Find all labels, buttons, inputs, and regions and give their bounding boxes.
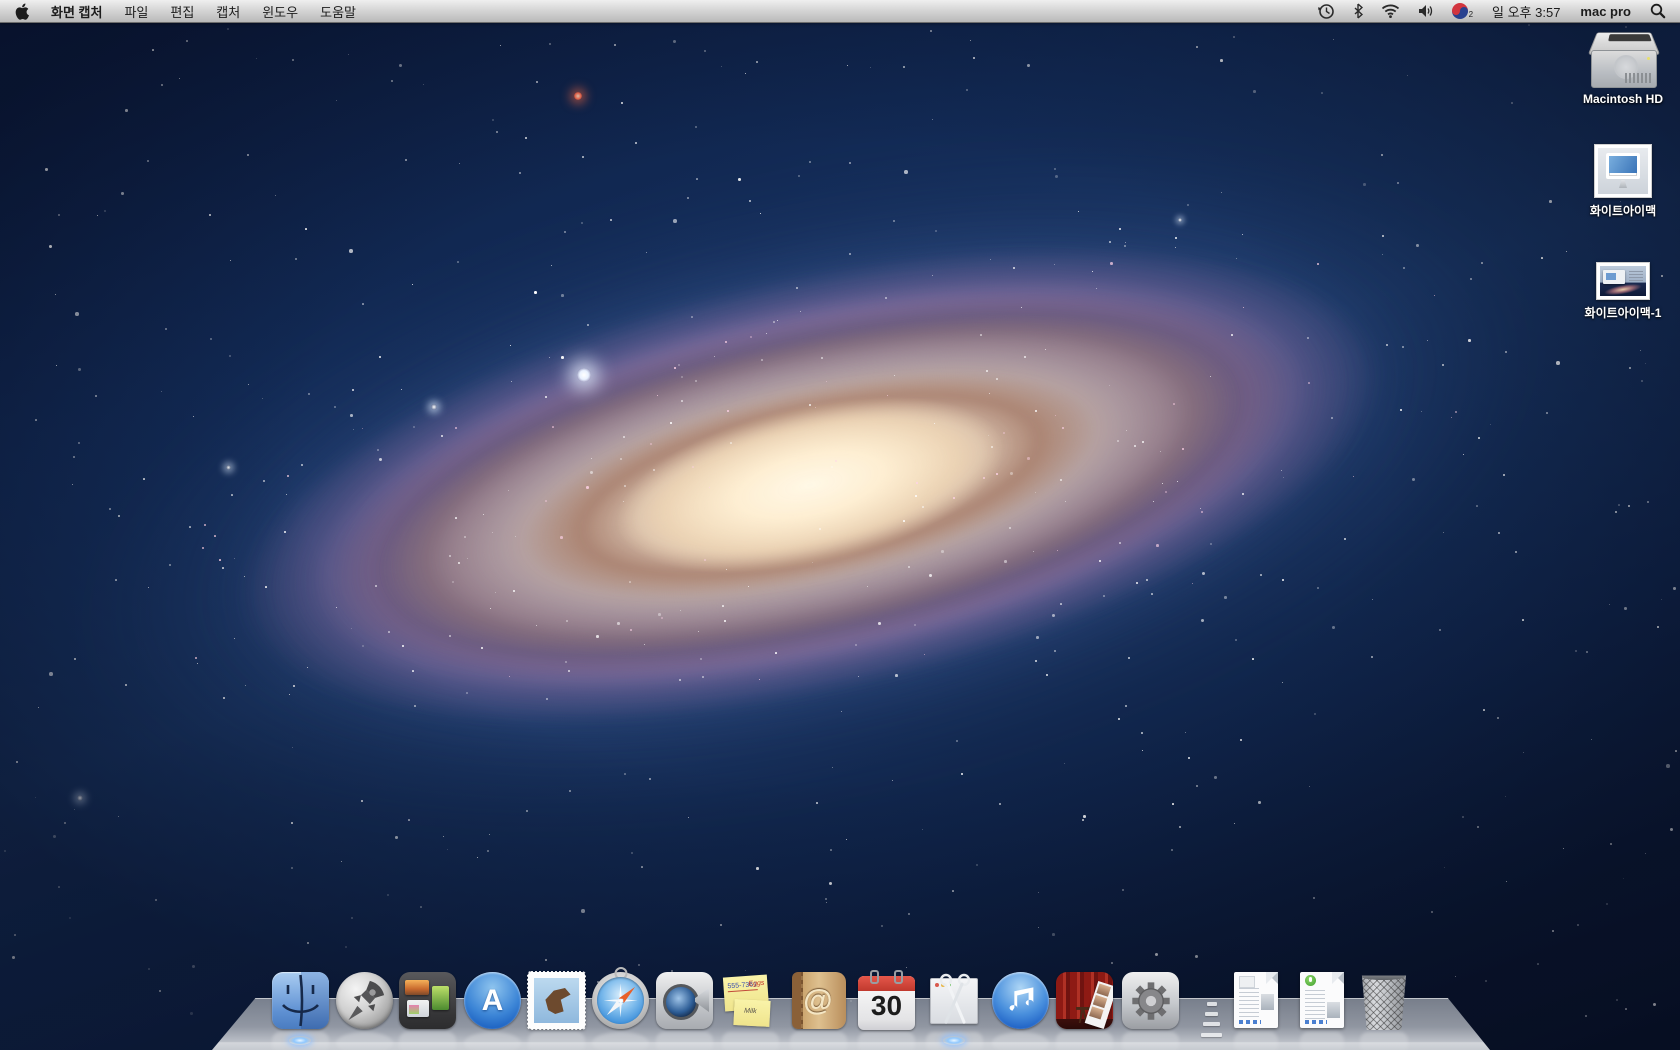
trash-icon [1360,972,1408,1030]
facetime-icon [656,972,713,1029]
dock-item-safari[interactable] [592,972,649,1030]
time-machine-icon[interactable] [1309,0,1344,22]
dock-item-stickies[interactable]: 555-7361 Eggs Milk [722,972,779,1030]
dock-item-trash[interactable] [1360,972,1408,1030]
dock-divider[interactable] [1196,1000,1226,1042]
volume-icon[interactable] [1409,0,1443,22]
apple-menu[interactable] [14,3,29,20]
spotlight-icon[interactable] [1641,0,1680,22]
dock-item-mail[interactable] [528,972,585,1030]
wifi-icon[interactable] [1372,0,1409,22]
finder-icon [272,972,329,1029]
itunes-icon [992,972,1049,1029]
desktop-icon-macintosh-hd[interactable]: Macintosh HD [1578,28,1668,106]
menu-capture[interactable]: 캡처 [205,0,251,22]
starfield [0,0,1680,1050]
input-source-badge: 2 [1469,10,1473,22]
dock-item-document-2[interactable] [1300,972,1344,1030]
document-icon [1300,972,1344,1028]
wallpaper-galaxy [0,20,1651,950]
address-book-icon: @ [792,972,846,1029]
fast-user-switching-menu[interactable]: mac pro [1570,4,1641,19]
stickies-milk-text: Milk [744,1008,757,1016]
image-file-icon [1594,144,1652,198]
stickies-red-text: Eggs [748,980,764,988]
bright-star [226,465,231,470]
ical-icon: 30 [858,976,915,1030]
dock-item-address-book[interactable]: @ [790,972,847,1030]
bright-star-red [574,92,582,100]
dock-item-launchpad[interactable] [336,972,393,1030]
bright-star [431,404,437,410]
stickies-icon: 555-7361 Eggs Milk [722,972,779,1029]
menu-file[interactable]: 파일 [113,0,159,22]
hard-drive-icon [1587,28,1659,88]
input-source-korean-icon[interactable]: 2 [1443,0,1482,22]
running-indicator-finder [289,1036,311,1045]
desktop-screen: 화면 캡처 파일 편집 캡처 윈도우 도움말 2 일 오후 3 [0,0,1680,1050]
dock-item-app-store[interactable]: A [464,972,521,1030]
launchpad-icon [336,972,393,1029]
dock-item-photo-booth[interactable] [1056,972,1113,1030]
dock-item-facetime[interactable] [656,972,713,1030]
desktop-icon-white-imac-1[interactable]: 화이트아이맥-1 [1578,262,1668,321]
menu-edit[interactable]: 편집 [159,0,205,22]
mission-control-icon [399,972,456,1029]
menu-window[interactable]: 윈도우 [251,0,309,22]
dock-item-ical[interactable]: 30 [858,972,915,1030]
menu-help[interactable]: 도움말 [309,0,367,22]
running-indicator-grab [943,1036,965,1045]
dock-item-document-1[interactable] [1234,972,1278,1030]
dock-item-mission-control[interactable] [399,972,456,1030]
document-icon [1234,972,1278,1028]
desktop-icon-label: 화이트아이맥 [1578,202,1668,219]
desktop-icon-label: 화이트아이맥-1 [1578,304,1668,321]
dock-item-itunes[interactable] [992,972,1049,1030]
grab-screen-capture-icon [926,972,983,1029]
menu-bar-status-area: 2 일 오후 3:57 mac pro [1309,0,1680,22]
photo-booth-icon [1056,972,1113,1029]
korean-flag-icon [1452,3,1468,19]
menu-bar-clock[interactable]: 일 오후 3:57 [1482,2,1570,21]
app-store-icon: A [464,972,521,1029]
desktop-icon-label: Macintosh HD [1578,92,1668,106]
bright-star [1178,218,1182,222]
ical-day-number: 30 [858,990,915,1022]
mail-icon [528,972,585,1029]
system-preferences-icon [1122,972,1179,1029]
menu-bar: 화면 캡처 파일 편집 캡처 윈도우 도움말 2 일 오후 3 [0,0,1680,23]
image-file-icon [1596,262,1650,300]
bluetooth-icon[interactable] [1344,0,1372,22]
menu-bar-left: 화면 캡처 파일 편집 캡처 윈도우 도움말 [0,0,367,22]
dock-item-grab[interactable] [926,972,983,1030]
address-book-at-glyph: @ [803,984,832,1018]
dock-item-system-preferences[interactable] [1122,972,1179,1030]
bright-star [77,795,83,801]
app-store-letter: A [482,984,504,1018]
active-app-menu[interactable]: 화면 캡처 [40,0,113,22]
desktop-icon-white-imac[interactable]: 화이트아이맥 [1578,144,1668,219]
safari-icon [592,972,649,1029]
bright-star-white [577,368,591,382]
wallpaper-vignette [0,0,1680,1050]
dock-item-finder[interactable] [272,972,329,1030]
